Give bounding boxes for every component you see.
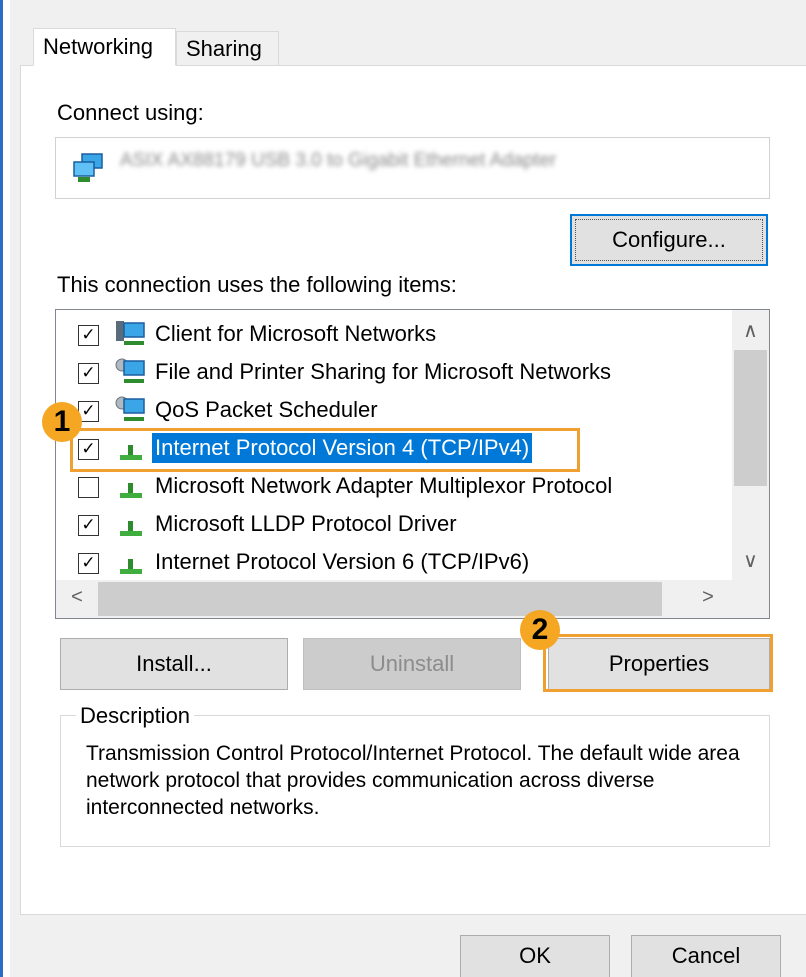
scroll-up-icon[interactable]: ∧ bbox=[732, 318, 769, 343]
description-text: Transmission Control Protocol/Internet P… bbox=[86, 742, 740, 819]
step-badge-2: 2 bbox=[520, 610, 560, 650]
ok-button[interactable]: OK bbox=[460, 935, 610, 977]
vertical-scroll-thumb[interactable] bbox=[734, 350, 767, 486]
list-item[interactable]: ✓ QoS Packet Scheduler bbox=[56, 391, 732, 429]
tab-sharing[interactable]: Sharing bbox=[176, 31, 279, 65]
item-label: File and Printer Sharing for Microsoft N… bbox=[155, 359, 612, 384]
list-item[interactable]: ✓ Internet Protocol Version 6 (TCP/IPv6) bbox=[56, 543, 732, 581]
item-checkbox[interactable] bbox=[78, 477, 99, 498]
scroll-left-icon[interactable]: < bbox=[60, 586, 94, 609]
step-badge-1: 1 bbox=[42, 402, 82, 442]
protocol-icon bbox=[114, 547, 148, 577]
install-button[interactable]: Install... bbox=[60, 638, 288, 690]
list-item[interactable]: ✓ File and Printer Sharing for Microsoft … bbox=[56, 353, 732, 391]
item-label: Internet Protocol Version 6 (TCP/IPv6) bbox=[155, 549, 530, 574]
list-item[interactable]: Microsoft Network Adapter Multiplexor Pr… bbox=[56, 467, 732, 505]
horizontal-scroll-thumb[interactable] bbox=[98, 582, 662, 616]
description-legend: Description bbox=[76, 703, 195, 729]
item-checkbox[interactable]: ✓ bbox=[78, 515, 99, 536]
item-checkbox[interactable]: ✓ bbox=[78, 553, 99, 574]
scroll-right-icon[interactable]: > bbox=[691, 586, 725, 609]
focus-rectangle bbox=[575, 219, 763, 261]
protocol-icon bbox=[114, 509, 148, 539]
network-client-icon bbox=[114, 319, 148, 349]
items-label: This connection uses the following items… bbox=[57, 272, 457, 297]
item-label: QoS Packet Scheduler bbox=[155, 397, 378, 422]
network-adapter-icon bbox=[73, 153, 103, 182]
adapter-name: ASIX AX88179 USB 3.0 to Gigabit Ethernet… bbox=[120, 150, 557, 171]
list-item[interactable]: ✓ Microsoft LLDP Protocol Driver bbox=[56, 505, 732, 543]
network-service-icon bbox=[114, 395, 148, 425]
scroll-down-icon[interactable]: ∨ bbox=[732, 548, 769, 573]
network-service-icon bbox=[114, 357, 148, 387]
item-label: Microsoft LLDP Protocol Driver bbox=[155, 511, 457, 536]
item-checkbox[interactable]: ✓ bbox=[78, 325, 99, 346]
list-item[interactable]: ✓ Client for Microsoft Networks bbox=[56, 315, 732, 353]
item-checkbox[interactable]: ✓ bbox=[78, 363, 99, 384]
highlight-box-ipv4 bbox=[70, 428, 580, 472]
configure-button[interactable]: Configure... bbox=[570, 214, 768, 266]
protocol-icon bbox=[114, 471, 148, 501]
item-label: Microsoft Network Adapter Multiplexor Pr… bbox=[155, 473, 613, 498]
window-frame-inner bbox=[3, 0, 10, 977]
cancel-button[interactable]: Cancel bbox=[631, 935, 781, 977]
tab-networking[interactable]: Networking bbox=[33, 28, 176, 66]
item-label: Client for Microsoft Networks bbox=[155, 321, 437, 346]
connect-using-label: Connect using: bbox=[57, 100, 204, 125]
highlight-box-properties bbox=[543, 634, 773, 692]
uninstall-button[interactable]: Uninstall bbox=[303, 638, 521, 690]
